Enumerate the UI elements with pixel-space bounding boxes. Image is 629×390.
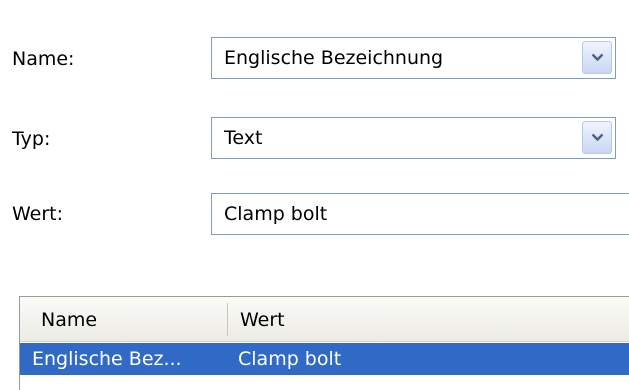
column-divider[interactable] <box>227 303 228 336</box>
value-input-text: Clamp bolt <box>224 203 328 225</box>
row-value-cell: Clamp bolt <box>238 348 342 370</box>
chevron-down-icon <box>591 53 604 62</box>
type-label: Typ: <box>12 128 51 150</box>
value-label: Wert: <box>12 203 64 225</box>
name-combobox-value: Englische Bezeichnung <box>224 47 444 69</box>
attributes-listview[interactable]: Name Wert Englische Bez... Clamp bolt <box>19 296 629 390</box>
column-header-name[interactable]: Name <box>41 309 97 331</box>
type-combobox[interactable]: Text <box>211 117 616 159</box>
chevron-down-icon <box>591 133 604 142</box>
name-label: Name: <box>12 48 75 70</box>
table-row[interactable]: Englische Bez... Clamp bolt <box>20 343 629 375</box>
row-name-cell: Englische Bez... <box>32 348 182 370</box>
attribute-editor: Name: Englische Bezeichnung Typ: Text We… <box>0 0 629 390</box>
type-dropdown-button[interactable] <box>582 121 612 154</box>
name-dropdown-button[interactable] <box>582 41 612 74</box>
value-input[interactable]: Clamp bolt <box>211 193 629 235</box>
type-combobox-value: Text <box>224 127 263 149</box>
column-header-value[interactable]: Wert <box>240 309 285 331</box>
name-combobox[interactable]: Englische Bezeichnung <box>211 37 616 79</box>
listview-header: Name Wert <box>20 297 629 342</box>
